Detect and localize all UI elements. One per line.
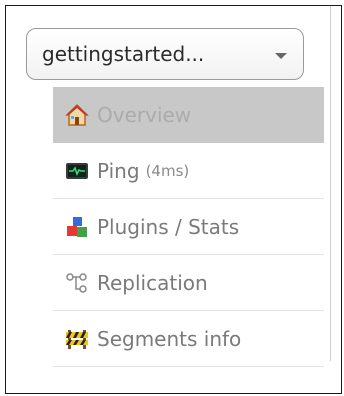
menu-item-label: Replication	[97, 270, 208, 295]
menu-item-plugins-stats[interactable]: Plugins / Stats	[53, 199, 324, 255]
menu-item-label: Overview	[97, 102, 192, 127]
core-selector-dropdown[interactable]: gettingstarted...	[26, 28, 304, 80]
home-icon	[65, 103, 89, 127]
core-menu: Overview Ping (4ms) Plugins / Stats Repl…	[53, 87, 324, 367]
panel-divider	[330, 6, 331, 361]
menu-item-segments-info[interactable]: Segments info	[53, 311, 324, 367]
barrier-icon	[65, 327, 89, 351]
menu-item-ping[interactable]: Ping (4ms)	[53, 143, 324, 199]
ping-latency: (4ms)	[145, 161, 190, 180]
menu-item-label: Segments info	[97, 326, 242, 351]
menu-item-label: Ping	[97, 158, 140, 183]
plugins-icon	[65, 215, 89, 239]
monitor-icon	[65, 159, 89, 183]
menu-item-replication[interactable]: Replication	[53, 255, 324, 311]
menu-item-overview[interactable]: Overview	[53, 87, 324, 143]
core-selector-value: gettingstarted...	[42, 42, 205, 66]
menu-item-label: Plugins / Stats	[97, 214, 240, 239]
chevron-down-icon	[275, 52, 287, 59]
replication-icon	[65, 271, 89, 295]
